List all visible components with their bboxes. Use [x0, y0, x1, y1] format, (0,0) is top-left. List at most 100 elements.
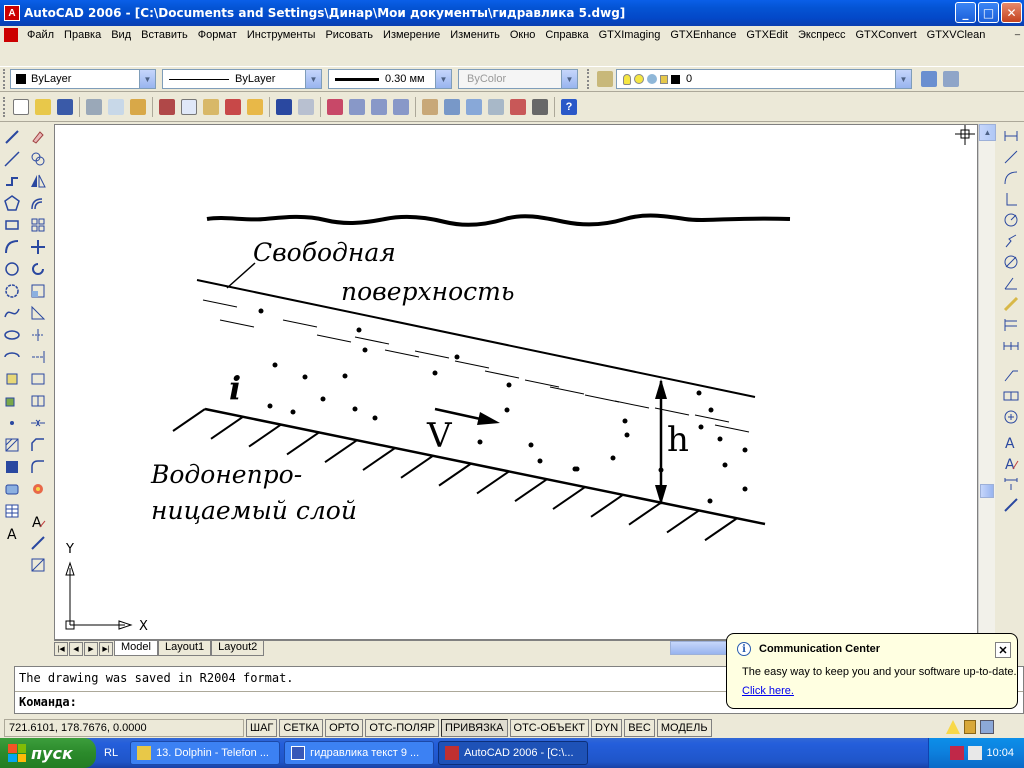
scroll-up-arrow[interactable]: ▲: [979, 124, 996, 141]
tab-model[interactable]: Model: [114, 641, 158, 656]
quicklaunch-item[interactable]: RL: [104, 747, 118, 759]
new-icon[interactable]: [13, 98, 29, 115]
break-icon[interactable]: [30, 371, 46, 387]
lock-icon[interactable]: [964, 720, 976, 734]
menu-insert[interactable]: Вставить: [136, 29, 193, 41]
toolbar-grip[interactable]: [3, 96, 7, 117]
chamfer-icon[interactable]: [30, 437, 46, 453]
toolbar-grip[interactable]: [3, 69, 7, 89]
chevron-down-icon[interactable]: ▼: [139, 70, 155, 88]
document-icon[interactable]: [4, 28, 18, 42]
mirror-icon[interactable]: [30, 173, 46, 189]
mdi-minimize-button[interactable]: _: [1015, 26, 1020, 35]
design-center-icon[interactable]: [444, 98, 460, 115]
first-tab-button[interactable]: |◀: [54, 641, 68, 656]
aligned-dimension-icon[interactable]: [1003, 149, 1019, 165]
next-tab-button[interactable]: ▶: [84, 641, 98, 656]
quick-dimension-icon[interactable]: [1003, 296, 1019, 312]
sun-icon[interactable]: [634, 74, 644, 84]
stretch-icon[interactable]: [30, 305, 46, 321]
calculator-icon[interactable]: [532, 98, 548, 115]
tray-app-icon[interactable]: [950, 746, 965, 760]
maximize-button[interactable]: □: [978, 2, 999, 23]
minimize-button[interactable]: _: [955, 2, 976, 23]
revision-cloud-icon[interactable]: [4, 283, 20, 299]
close-icon[interactable]: ✕: [995, 642, 1011, 658]
jogged-dimension-icon[interactable]: [1003, 233, 1019, 249]
plot-icon[interactable]: [86, 98, 102, 115]
block-editor-icon[interactable]: [247, 98, 263, 115]
tray-settings-icon[interactable]: [980, 720, 994, 734]
rotate-icon[interactable]: [30, 261, 46, 277]
grid-toggle[interactable]: СЕТКА: [279, 719, 324, 737]
menu-gtxvclean[interactable]: GTXVClean: [922, 29, 991, 41]
erase-icon[interactable]: [30, 129, 46, 145]
break-at-point-icon[interactable]: [30, 393, 46, 409]
autocad-icon[interactable]: A: [4, 5, 20, 21]
sheet-set-icon[interactable]: [488, 98, 504, 115]
freeze-icon[interactable]: [647, 74, 657, 84]
trim-icon[interactable]: [30, 327, 46, 343]
arc-length-icon[interactable]: [1003, 170, 1019, 186]
coordinates-display[interactable]: 721.6101, 178.7676, 0.0000: [4, 719, 244, 737]
scroll-thumb[interactable]: [980, 484, 994, 498]
ortho-toggle[interactable]: ОРТО: [325, 719, 364, 737]
layer-manager-icon[interactable]: [597, 71, 613, 87]
linetype-combo[interactable]: ByLayer ▼: [162, 69, 322, 89]
tray-shield-icon[interactable]: [968, 746, 983, 760]
polar-toggle[interactable]: ОТС-ПОЛЯР: [365, 719, 440, 737]
edit-text-icon[interactable]: A: [30, 513, 46, 529]
insert-block-icon[interactable]: [4, 371, 20, 387]
tab-layout1[interactable]: Layout1: [157, 641, 212, 656]
spline-icon[interactable]: [4, 305, 20, 321]
menu-gtxenhance[interactable]: GTXEnhance: [665, 29, 741, 41]
menu-format[interactable]: Формат: [193, 29, 242, 41]
tab-layout2[interactable]: Layout2: [211, 641, 265, 656]
menu-tools[interactable]: Инструменты: [242, 29, 321, 41]
menu-help[interactable]: Справка: [540, 29, 593, 41]
layer-combo[interactable]: 0 ▼: [616, 69, 912, 89]
dimension-style-icon[interactable]: [1003, 497, 1019, 513]
toolbar-grip[interactable]: [587, 69, 591, 89]
menu-view[interactable]: Вид: [106, 29, 136, 41]
color-combo[interactable]: ByLayer ▼: [10, 69, 156, 89]
menu-dimension[interactable]: Измерение: [378, 29, 445, 41]
table-icon[interactable]: [4, 503, 20, 519]
help-icon[interactable]: ?: [561, 98, 577, 115]
scale-icon[interactable]: [30, 283, 46, 299]
zoom-previous-icon[interactable]: [393, 98, 409, 115]
menu-gtxconvert[interactable]: GTXConvert: [851, 29, 922, 41]
angular-dimension-icon[interactable]: [1003, 275, 1019, 291]
zoom-window-icon[interactable]: [371, 98, 387, 115]
offset-icon[interactable]: [30, 195, 46, 211]
osnap-toggle[interactable]: ПРИВЯЗКА: [441, 719, 508, 737]
vertical-scrollbar[interactable]: ▲: [978, 124, 996, 644]
clock[interactable]: 10:04: [986, 747, 1014, 759]
dimension-edit-icon[interactable]: [30, 557, 46, 573]
menu-gtxedit[interactable]: GTXEdit: [741, 29, 793, 41]
explode-icon[interactable]: [30, 481, 46, 497]
edit-attribute-icon[interactable]: [30, 535, 46, 551]
copy-icon[interactable]: [181, 98, 197, 115]
pan-icon[interactable]: [327, 98, 343, 115]
cut-icon[interactable]: [159, 98, 175, 115]
ellipse-icon[interactable]: [4, 327, 20, 343]
dimension-update-icon[interactable]: [1003, 476, 1019, 492]
point-icon[interactable]: [4, 415, 20, 431]
start-button[interactable]: пуск: [0, 738, 96, 768]
drawing-canvas[interactable]: Свободная поверхность i V h Водонепро- н…: [54, 124, 978, 640]
otrack-toggle[interactable]: ОТС-ОБЪЕКТ: [509, 719, 589, 737]
make-current-layer-icon[interactable]: [921, 71, 937, 87]
copy-object-icon[interactable]: [30, 151, 46, 167]
diameter-dimension-icon[interactable]: [1003, 254, 1019, 270]
radius-dimension-icon[interactable]: [1003, 212, 1019, 228]
zoom-realtime-icon[interactable]: [349, 98, 365, 115]
last-tab-button[interactable]: ▶|: [99, 641, 113, 656]
polyline-icon[interactable]: [4, 173, 20, 189]
lineweight-combo[interactable]: 0.30 мм ▼: [328, 69, 452, 89]
array-icon[interactable]: [30, 217, 46, 233]
lineweight-toggle[interactable]: ВЕС: [624, 719, 655, 737]
menu-draw[interactable]: Рисовать: [320, 29, 378, 41]
continue-dimension-icon[interactable]: [1003, 338, 1019, 354]
tool-palettes-icon[interactable]: [466, 98, 482, 115]
